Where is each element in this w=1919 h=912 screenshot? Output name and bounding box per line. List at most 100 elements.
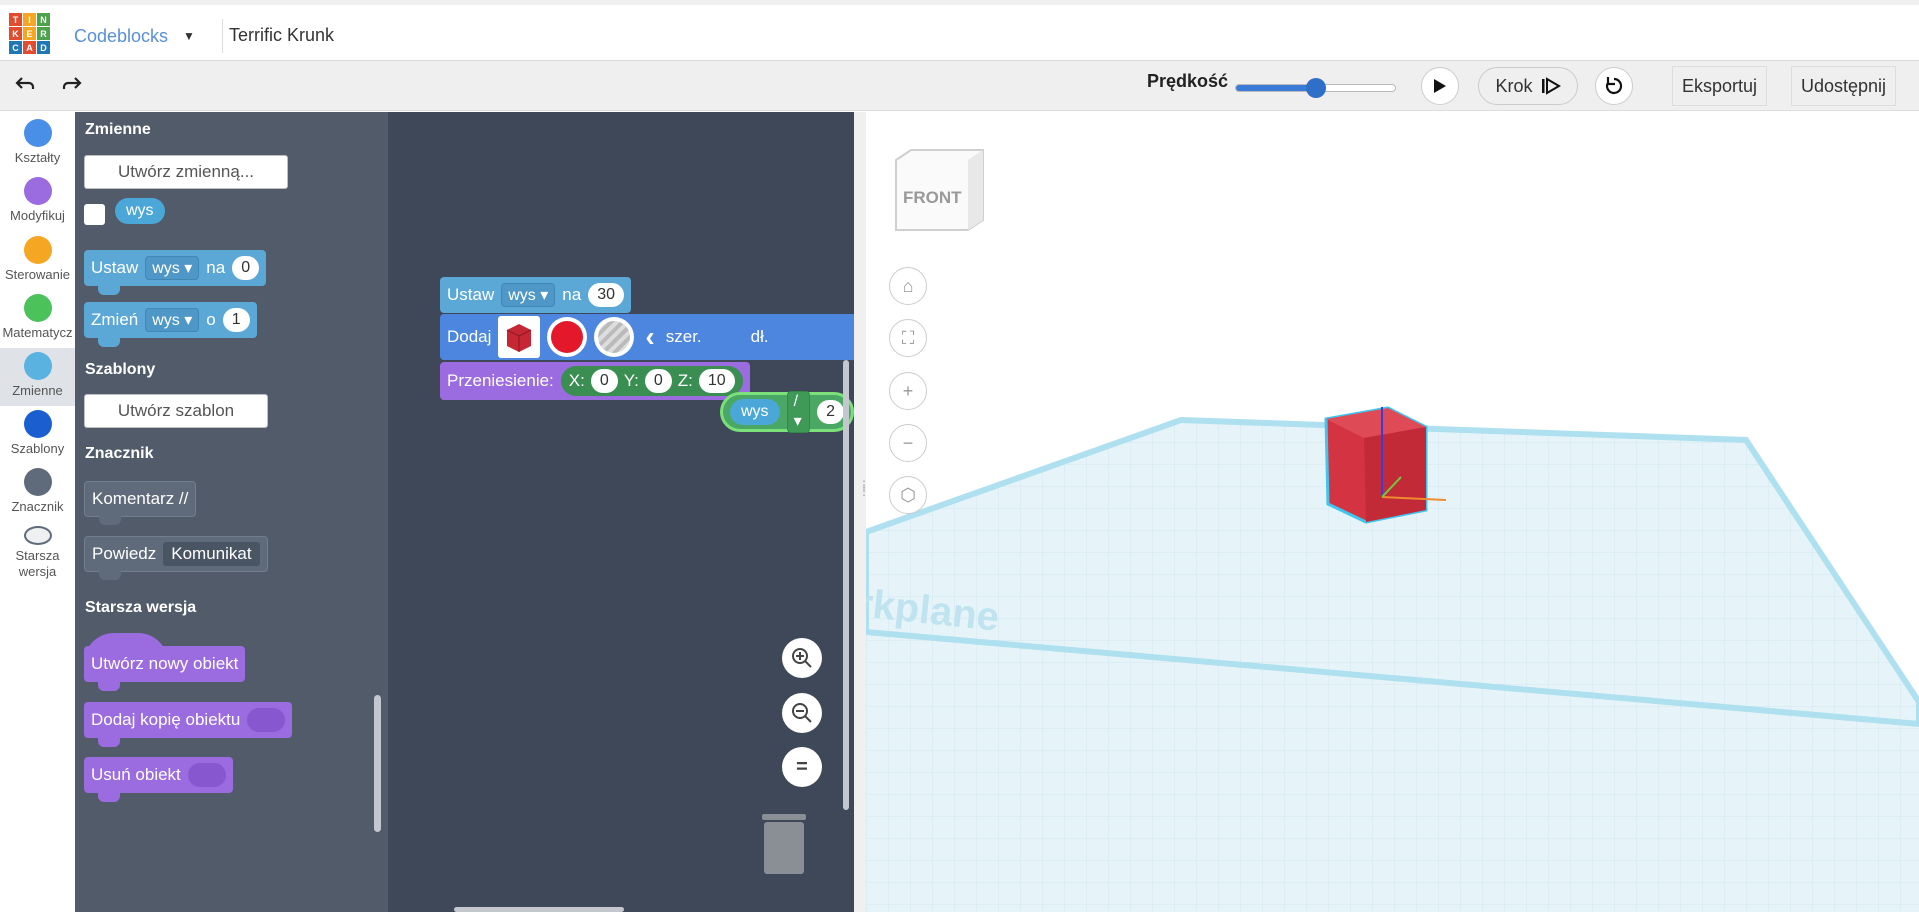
logo-letter: T [9,13,22,26]
equals-icon: = [796,755,808,778]
category-color-icon [23,236,52,264]
x-value[interactable]: 0 [590,369,618,393]
variable-dropdown[interactable]: wys ▾ [501,283,556,307]
category-matematycz[interactable]: Matematycz [0,290,75,348]
box-shape-thumbnail[interactable] [498,316,541,358]
z-value[interactable]: 10 [698,369,735,393]
category-label: Szablony [10,441,65,456]
share-label: Udostępnij [1801,75,1887,96]
redo-icon[interactable] [62,75,82,99]
ws-move-block[interactable]: Przeniesienie: X: 0 Y: 0 Z: 10 [440,362,750,400]
category-znacznik[interactable]: Znacznik [0,464,75,522]
zoom-out-icon [792,703,812,723]
zoom-in-button[interactable] [782,638,822,678]
3d-viewport[interactable]: rkplane FRONT ⌂ ⛶ + − ⬡ [866,112,1919,912]
speed-slider-handle[interactable] [1305,78,1326,98]
viewport-zoom-out-button[interactable]: − [889,424,927,462]
export-label: Eksportuj [1682,75,1758,96]
object-slot[interactable] [187,763,226,787]
export-button[interactable]: Eksportuj [1672,66,1768,106]
set-value[interactable]: 30 [588,283,624,307]
ws-math-divide-block[interactable]: wys / ▾ 2 [720,391,854,433]
share-button[interactable]: Udostępnij [1791,66,1897,106]
variable-dropdown[interactable]: wys ▾ [145,256,200,280]
speed-label: Prędkość [1147,71,1229,91]
workspace-hscrollbar[interactable] [454,907,624,912]
category-kształty[interactable]: Kształty [0,115,75,173]
templates-heading: Szablony [85,361,156,378]
set-keyword: Ustaw [447,285,495,304]
play-button[interactable] [1421,67,1459,105]
mode-selector[interactable]: Codeblocks [74,26,168,47]
category-label: Starsza wersja [15,548,60,579]
variable-checkbox[interactable] [84,204,105,225]
category-szablony[interactable]: Szablony [0,406,75,464]
perspective-button[interactable]: ⬡ [889,476,927,514]
hole-toggle[interactable] [594,317,635,357]
category-sterowanie[interactable]: Sterowanie [0,232,75,290]
workplane-canvas: rkplane FRONT [866,149,1919,912]
ws-add-shape-block[interactable]: Dodaj ‹ szer. dł. [440,314,854,360]
flyout-scrollbar[interactable] [374,695,381,832]
category-color-icon [23,410,52,438]
object-slot[interactable] [247,708,286,732]
zoom-in-icon [792,648,812,668]
y-value[interactable]: 0 [644,369,672,393]
say-keyword: Powiedz [92,544,157,563]
color-picker[interactable] [547,317,588,357]
set-keyword: Ustaw [91,258,139,277]
viewport-zoom-in-button[interactable]: + [889,372,927,410]
workspace-scrollbar[interactable] [843,360,849,810]
ws-set-variable-block[interactable]: Ustaw wys ▾ na 30 [440,277,631,313]
move-keyword: Przeniesienie: [447,371,554,390]
create-template-label: Utwórz szablon [117,401,235,420]
operator-dropdown[interactable]: / ▾ [786,391,811,433]
add-keyword: Dodaj [447,327,492,346]
tinkercad-logo[interactable]: TIN KER CAD [9,13,50,54]
category-modyfikuj[interactable]: Modyfikuj [0,173,75,231]
copy-object-label: Dodaj kopię obiektu [91,710,241,729]
create-template-button[interactable]: Utwórz szablon [84,394,268,428]
logo-letter: K [9,27,22,40]
say-message[interactable]: Komunikat [163,542,260,566]
restart-button[interactable] [1595,67,1633,105]
pane-splitter[interactable]: ⋮ ⋮ [854,112,870,912]
set-variable-block[interactable]: Ustaw wys ▾ na 0 [84,250,267,295]
chevron-down-icon[interactable]: ▼ [183,29,195,43]
category-label: Kształty [14,150,61,165]
math-variable[interactable]: wys [730,399,780,425]
code-workspace[interactable]: Ustaw wys ▾ na 30 Dodaj ‹ szer. dł. Prze… [388,112,854,912]
category-color-icon [23,119,52,147]
collapse-chevron-icon[interactable]: ‹ [645,321,654,353]
project-title[interactable]: Terrific Krunk [229,25,334,46]
say-block[interactable]: Powiedz Komunikat [84,536,268,580]
toolbar: Prędkość Krok Eksportuj Udostępnij [0,61,1919,111]
zoom-reset-button[interactable]: = [782,747,822,787]
zoom-out-button[interactable] [782,693,822,733]
home-view-button[interactable]: ⌂ [889,267,927,305]
delete-object-label: Usuń obiekt [91,765,181,784]
view-cube-front-label[interactable]: FRONT [903,188,962,207]
create-variable-button[interactable]: Utwórz zmienną... [84,155,288,189]
undo-icon[interactable] [15,75,35,99]
delete-object-block[interactable]: Usuń obiekt [84,757,233,802]
block-flyout: Zmienne Utwórz zmienną... wys Ustaw wys … [75,112,388,912]
comment-block[interactable]: Komentarz // [84,481,197,525]
category-rail: Kształty Modyfikuj Sterowanie Matematycz Zmi… [0,112,75,912]
create-object-block[interactable]: Utwórz nowy obiekt [84,646,246,691]
category-zmienne[interactable]: Zmienne [0,348,75,406]
change-variable-block[interactable]: Zmień wys ▾ o 1 [84,302,257,347]
change-value[interactable]: 1 [222,308,250,332]
category-label: Sterowanie [4,267,71,282]
variable-dropdown[interactable]: wys ▾ [145,308,200,332]
category-color-icon [23,177,52,205]
fit-view-button[interactable]: ⛶ [889,319,927,357]
category-label: Znacznik [11,499,64,514]
variable-wys-block[interactable]: wys [115,198,165,224]
math-value[interactable]: 2 [817,400,844,424]
step-button[interactable]: Krok [1478,67,1578,105]
category-starsza-wersja[interactable]: Starsza wersja [0,522,75,580]
copy-object-block[interactable]: Dodaj kopię obiektu [84,702,293,747]
set-value[interactable]: 0 [232,256,260,280]
trash-icon[interactable] [760,812,808,876]
